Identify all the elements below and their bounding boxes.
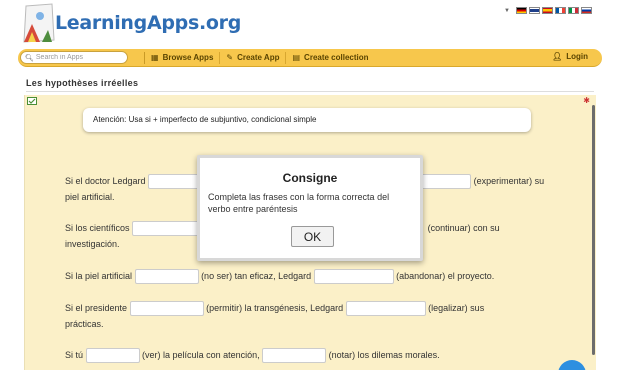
help-corner-icon[interactable]: [27, 97, 38, 106]
title-divider: [26, 91, 594, 92]
answer-field[interactable]: [345, 301, 426, 317]
flag-gb-icon[interactable]: [529, 7, 540, 14]
sentence-4: Si el presidente (permitir) la transgéne…: [65, 300, 565, 332]
answer-field[interactable]: [262, 348, 327, 364]
login-label: Login: [566, 52, 588, 61]
search-icon: 🔍︎: [25, 54, 34, 62]
scrollbar[interactable]: [592, 105, 595, 355]
create-collection-label: Create collection: [304, 53, 369, 62]
page-title: Les hypothèses irréelles: [26, 78, 139, 88]
language-selector[interactable]: ▼: [504, 7, 592, 14]
answer-field[interactable]: [313, 269, 394, 285]
flag-fr-icon[interactable]: [555, 7, 566, 14]
sentence-text: Si el presidente: [65, 303, 128, 313]
flag-it-icon[interactable]: [568, 7, 579, 14]
ok-button[interactable]: OK: [291, 226, 334, 247]
sentence-text: (notar) los dilemas morales.: [328, 350, 440, 360]
grid-icon: ▦: [151, 53, 159, 62]
browse-apps-label: Browse Apps: [162, 53, 214, 62]
dialog-text: Completa las frases con la forma correct…: [208, 192, 390, 214]
sentence-text: Si la piel artificial: [65, 271, 133, 281]
create-app-link[interactable]: ✎ Create App: [219, 51, 285, 64]
sentence-text: (legalizar) sus: [428, 303, 485, 313]
header: LearningApps.org ▼: [0, 0, 620, 48]
sentence-text: Si el doctor Ledgard: [65, 176, 146, 186]
answer-field[interactable]: [134, 269, 199, 285]
browse-apps-link[interactable]: ▦ Browse Apps: [145, 52, 219, 64]
collection-icon: ▤: [292, 53, 301, 62]
sentence-text: prácticas.: [65, 319, 104, 330]
answer-field[interactable]: [129, 301, 204, 317]
instruction-dialog: Consigne Completa las frases con la form…: [197, 155, 423, 261]
flag-es-icon[interactable]: [542, 7, 553, 14]
search-input[interactable]: [35, 54, 126, 61]
task-instruction: Atención: Usa si + imperfecto de subjunt…: [83, 108, 531, 132]
fullscreen-icon[interactable]: ✱: [583, 96, 590, 105]
sentence-text: Si los científicos: [65, 223, 130, 233]
flag-ru-icon[interactable]: [581, 7, 592, 14]
user-icon: 👤︎: [552, 52, 563, 61]
answer-field[interactable]: [132, 221, 203, 237]
search-box[interactable]: 🔍︎: [20, 51, 128, 64]
sentence-text: (ver) la película con atención,: [142, 350, 260, 360]
pencil-icon: ✎: [226, 53, 234, 62]
nav-bar: 🔍︎ ▦ Browse Apps ✎ Create App ▤ Create c…: [18, 49, 602, 67]
create-collection-link[interactable]: ▤ Create collection: [285, 51, 374, 64]
sentence-3: Si la piel artificial (no ser) tan efica…: [65, 268, 585, 285]
flag-de-icon[interactable]: [516, 7, 527, 14]
sentence-text: (permitir) la transgénesis, Ledgard: [206, 303, 344, 313]
sentence-text: investigación.: [65, 239, 120, 250]
sentence-text: Si tú: [65, 350, 84, 360]
sentence-text: piel artificial.: [65, 192, 115, 203]
sentence-text: (no ser) tan eficaz, Ledgard: [201, 271, 312, 281]
sentence-5: Si tú (ver) la película con atención, (n…: [65, 347, 585, 364]
create-app-label: Create App: [237, 53, 280, 62]
login-link[interactable]: 👤︎ Login: [552, 52, 588, 61]
caret-down-icon[interactable]: ▼: [504, 8, 510, 14]
sentence-text: (continuar) con su: [427, 223, 500, 233]
answer-field[interactable]: [85, 348, 140, 364]
logo-text[interactable]: LearningApps.org: [55, 12, 241, 34]
sentence-text: (abandonar) el proyecto.: [396, 271, 495, 281]
logo-icon[interactable]: [18, 2, 60, 46]
sentence-text: (experimentar) su: [473, 176, 545, 186]
dialog-title: Consigne: [282, 171, 338, 185]
